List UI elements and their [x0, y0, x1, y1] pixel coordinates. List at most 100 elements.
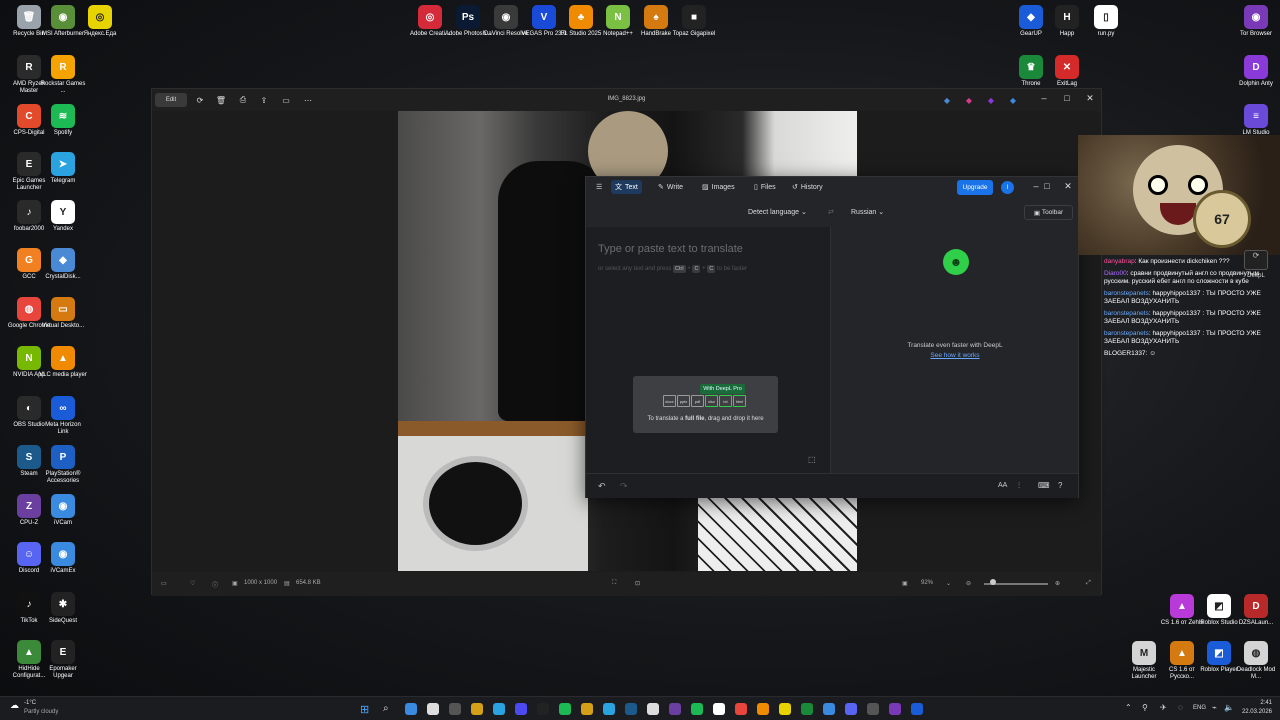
file-dropzone[interactable]: With DeepL Pro docx pptx pdf xlsx txt html To…	[633, 376, 778, 433]
help-icon[interactable]: ?	[1058, 481, 1062, 490]
fullscreen-icon[interactable]: ⤢	[1086, 580, 1091, 587]
desktop-icon[interactable]: Y Yandex	[39, 200, 87, 233]
menu-icon[interactable]: ☰	[592, 180, 606, 194]
desktop-icon[interactable]: ✱ SideQuest	[39, 592, 87, 625]
tray-icon-3[interactable]: ◌	[1178, 703, 1183, 712]
filmstrip-icon[interactable]: ▭	[161, 580, 167, 587]
desktop-icon[interactable]: ◉ iVCamEx	[39, 542, 87, 575]
taskbar-app-icon[interactable]	[559, 703, 571, 715]
taskbar-app-icon[interactable]	[471, 703, 483, 715]
clock-date[interactable]: 22.03.2026	[1236, 709, 1272, 715]
select-area-icon[interactable]: ⬚	[808, 455, 816, 464]
desktop-icon[interactable]: ◎ Яндекс.Еда	[76, 5, 124, 38]
tab-write[interactable]: ✎ Write	[654, 180, 687, 194]
zoom-out-icon[interactable]: ⊖	[966, 580, 971, 587]
desktop-icon[interactable]: ✕ ExitLag	[1043, 55, 1091, 88]
taskbar-app-icon[interactable]	[779, 703, 791, 715]
desktop-icon[interactable]: ◆ CrystalDisk...	[39, 248, 87, 281]
avatar[interactable]: I	[1001, 181, 1014, 194]
taskbar-app-icon[interactable]	[405, 703, 417, 715]
taskbar-app-icon[interactable]	[493, 703, 505, 715]
desktop-icon[interactable]: D DZSALaun...	[1232, 594, 1280, 627]
fit-icon[interactable]: ▣	[902, 580, 908, 587]
desktop-icon[interactable]: ▯ run.py	[1082, 5, 1130, 38]
app-icon-4[interactable]: ◆	[1008, 93, 1018, 107]
app-icon-3[interactable]: ◆	[986, 93, 996, 107]
zoom-dropdown-icon[interactable]: ⌄	[946, 580, 951, 587]
target-language-select[interactable]: Russian ⌄	[851, 208, 884, 216]
zoom-level[interactable]: 92%	[921, 580, 933, 586]
desktop-icon[interactable]: R Rockstar Games ...	[39, 55, 87, 95]
taskbar-app-icon[interactable]	[691, 703, 703, 715]
redo-icon[interactable]: ↷	[620, 481, 628, 492]
network-icon[interactable]: ⌁	[1212, 703, 1217, 712]
taskbar-app-icon[interactable]	[625, 703, 637, 715]
desktop-icon[interactable]: ■ Topaz Gigapixel	[670, 5, 718, 38]
tab-text[interactable]: 文 Text	[611, 180, 642, 194]
taskbar-app-icon[interactable]	[823, 703, 835, 715]
taskbar-app-icon[interactable]	[757, 703, 769, 715]
chat-username[interactable]: danyabrap	[1104, 258, 1135, 265]
start-icon[interactable]: ⊞	[360, 703, 369, 716]
upgrade-button[interactable]: Upgrade	[957, 180, 993, 195]
taskbar-app-icon[interactable]	[801, 703, 813, 715]
source-language-select[interactable]: Detect language ⌄	[748, 208, 807, 216]
taskbar-app-icon[interactable]	[669, 703, 681, 715]
zoom-in-icon[interactable]: ⊕	[1055, 580, 1060, 587]
crop-icon[interactable]: ⛶	[612, 580, 616, 587]
desktop-icon[interactable]: P PlayStation® Accessories	[39, 445, 87, 485]
taskbar-app-icon[interactable]	[867, 703, 879, 715]
favorite-icon[interactable]: ♡	[190, 580, 195, 587]
taskbar-app-icon[interactable]	[713, 703, 725, 715]
clock-time[interactable]: 2:41	[1236, 700, 1272, 706]
tray-icon-2[interactable]: ✈	[1160, 703, 1167, 712]
desktop-icon[interactable]: ➤ Telegram	[39, 152, 87, 185]
promo-link[interactable]: See how it works	[832, 352, 1078, 359]
taskbar-app-icon[interactable]	[603, 703, 615, 715]
toolbar-button[interactable]: ▣ Toolbar	[1024, 205, 1073, 220]
desktop-icon[interactable]: ≋ Spotify	[39, 104, 87, 137]
keyboard-icon[interactable]: ⌨	[1038, 481, 1050, 490]
chat-username[interactable]: baronstepanets	[1104, 290, 1149, 297]
taskbar-app-icon[interactable]	[515, 703, 527, 715]
tray-chevron-icon[interactable]: ⌃	[1125, 703, 1132, 712]
minimize-icon[interactable]: –	[1034, 93, 1054, 103]
tray-icon-1[interactable]: ⚲	[1142, 703, 1148, 712]
desktop-icon[interactable]: D Dolphin Anty	[1232, 55, 1280, 88]
source-placeholder[interactable]: Type or paste text to translate	[598, 243, 743, 255]
tab-images[interactable]: ▨ Images	[698, 180, 739, 194]
taskbar-app-icon[interactable]	[581, 703, 593, 715]
desktop-icon[interactable]: E Epomaker Upgear	[39, 640, 87, 680]
desktop-icon[interactable]: ◉ Tor Browser	[1232, 5, 1280, 38]
voice-icon[interactable]: ⫶	[1018, 481, 1020, 491]
volume-icon[interactable]: 🔈	[1224, 703, 1234, 712]
search-icon[interactable]: ⌕	[383, 703, 389, 714]
taskbar-app-icon[interactable]	[735, 703, 747, 715]
erase-icon[interactable]: ⊡	[635, 580, 640, 587]
chat-username[interactable]: BLOGER1337	[1104, 350, 1146, 357]
deepl-maximize-icon[interactable]: □	[1037, 181, 1057, 191]
chat-username[interactable]: baronstepanets	[1104, 330, 1149, 337]
desktop-icon[interactable]: ◉ iVCam	[39, 494, 87, 527]
taskbar-app-icon[interactable]	[449, 703, 461, 715]
desktop-icon[interactable]: ▲ VLC media player	[39, 346, 87, 379]
desktop-icon[interactable]: ≡ LM Studio	[1232, 104, 1280, 137]
taskbar-app-icon[interactable]	[889, 703, 901, 715]
tab-files[interactable]: ▯ Files	[750, 180, 780, 194]
desktop-icon[interactable]: ◍ Deadlock Mod M...	[1232, 641, 1280, 681]
tab-history[interactable]: ↺ History	[788, 180, 827, 194]
close-icon[interactable]: ✕	[1080, 93, 1100, 104]
zoom-slider-thumb[interactable]	[990, 579, 996, 585]
undo-icon[interactable]: ↶	[598, 481, 606, 492]
taskbar-app-icon[interactable]	[427, 703, 439, 715]
source-text-pane[interactable]: Type or paste text to translate or selec…	[586, 227, 831, 473]
info-icon[interactable]: ⓘ	[212, 580, 218, 589]
taskbar-app-icon[interactable]	[647, 703, 659, 715]
swap-languages-icon[interactable]: ⇄	[828, 208, 834, 216]
taskbar-app-icon[interactable]	[911, 703, 923, 715]
weather-icon[interactable]: ☁	[10, 700, 19, 711]
chat-username[interactable]: baronstepanets	[1104, 310, 1149, 317]
chat-username[interactable]: Diaro00	[1104, 270, 1127, 277]
language-indicator[interactable]: ENG	[1193, 705, 1206, 711]
weather-temp[interactable]: -1°C	[24, 700, 36, 706]
